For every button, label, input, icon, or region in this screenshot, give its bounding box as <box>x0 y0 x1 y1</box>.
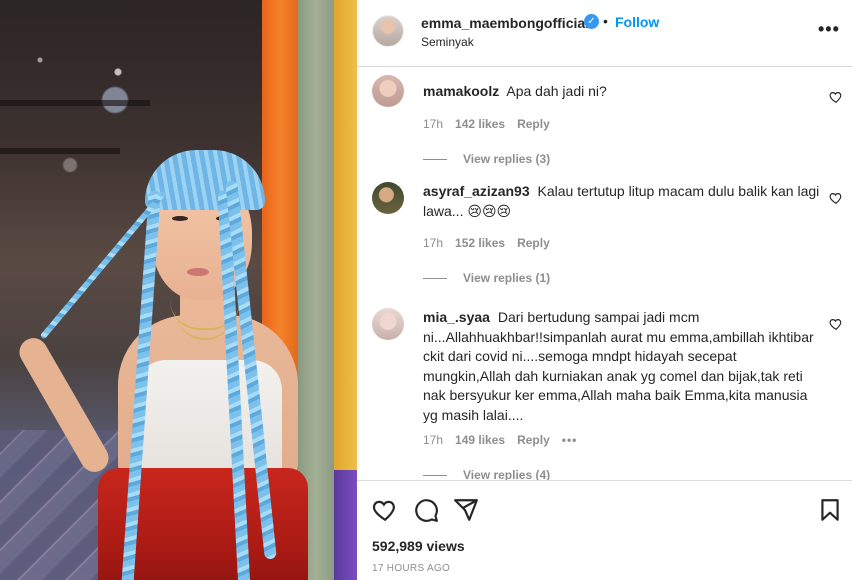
comment-meta: 17h 142 likes Reply <box>423 117 562 131</box>
commenter-username[interactable]: asyraf_azizan93 <box>423 183 530 199</box>
replies-divider <box>423 277 447 279</box>
heart-icon[interactable] <box>372 497 398 523</box>
comment-text: Apa dah jadi ni? <box>506 83 607 99</box>
commenter-avatar[interactable] <box>372 182 404 214</box>
heart-icon[interactable] <box>829 90 843 104</box>
photo-purple-pillar <box>334 470 357 580</box>
commenter-username[interactable]: mamakoolz <box>423 83 499 99</box>
comment-likes[interactable]: 152 likes <box>455 236 505 250</box>
view-count[interactable]: 592,989 views <box>372 538 465 554</box>
verified-badge-icon: ✓ <box>584 14 599 29</box>
comment-options-icon[interactable]: ••• <box>562 433 578 447</box>
header-separator: • <box>603 13 608 29</box>
reply-button[interactable]: Reply <box>517 117 550 131</box>
post-actions: 592,989 views 17 HOURS AGO <box>357 480 852 580</box>
view-replies-label: View replies (3) <box>463 152 551 166</box>
author-username[interactable]: emma_maembongofficial <box>421 15 589 31</box>
comment-text-block: asyraf_azizan93 Kalau tertutup litup mac… <box>423 182 823 221</box>
comment-likes[interactable]: 149 likes <box>455 433 505 447</box>
replies-divider <box>423 158 447 160</box>
heart-icon[interactable] <box>829 191 843 205</box>
photo-eye <box>172 216 188 221</box>
reply-button[interactable]: Reply <box>517 433 550 447</box>
comment-text-block: mia_.syaa Dari bertudung sampai jadi mcm… <box>423 308 823 425</box>
commenter-avatar[interactable] <box>372 308 404 340</box>
post-photo[interactable] <box>0 0 357 580</box>
photo-shelf <box>0 100 150 106</box>
photo-person <box>14 150 308 580</box>
comment-time[interactable]: 17h <box>423 236 443 250</box>
comment-likes[interactable]: 142 likes <box>455 117 505 131</box>
share-icon[interactable] <box>453 497 479 523</box>
comment-time[interactable]: 17h <box>423 433 443 447</box>
author-avatar[interactable] <box>372 15 404 47</box>
view-replies-button[interactable]: View replies (3) <box>423 152 550 166</box>
bookmark-icon[interactable] <box>817 497 843 523</box>
post-time[interactable]: 17 HOURS AGO <box>372 563 450 574</box>
replies-divider <box>423 474 447 476</box>
comment-text-block: mamakoolz Apa dah jadi ni? <box>423 82 823 102</box>
view-replies-button[interactable]: View replies (4) <box>423 468 550 480</box>
post-header: emma_maembongofficial ✓ • Follow Seminya… <box>357 0 852 67</box>
comments-panel: emma_maembongofficial ✓ • Follow Seminya… <box>357 0 852 580</box>
heart-icon[interactable] <box>829 317 843 331</box>
follow-button[interactable]: Follow <box>615 14 659 30</box>
view-replies-label: View replies (4) <box>463 468 551 480</box>
commenter-avatar[interactable] <box>372 75 404 107</box>
reply-button[interactable]: Reply <box>517 236 550 250</box>
more-icon[interactable]: ••• <box>818 20 840 38</box>
view-replies-button[interactable]: View replies (1) <box>423 271 550 285</box>
view-replies-label: View replies (1) <box>463 271 551 285</box>
photo-lips <box>187 268 209 276</box>
comments-list[interactable]: mamakoolz Apa dah jadi ni? 17h 142 likes… <box>357 67 852 480</box>
comment-meta: 17h 152 likes Reply <box>423 236 562 250</box>
post-location[interactable]: Seminyak <box>421 35 474 49</box>
comment-time[interactable]: 17h <box>423 117 443 131</box>
commenter-username[interactable]: mia_.syaa <box>423 309 490 325</box>
comment-meta: 17h 149 likes Reply ••• <box>423 433 589 447</box>
comment-icon[interactable] <box>413 497 439 523</box>
photo-hair <box>145 150 265 210</box>
comment-text: Dari bertudung sampai jadi mcm ni...Alla… <box>423 309 814 423</box>
